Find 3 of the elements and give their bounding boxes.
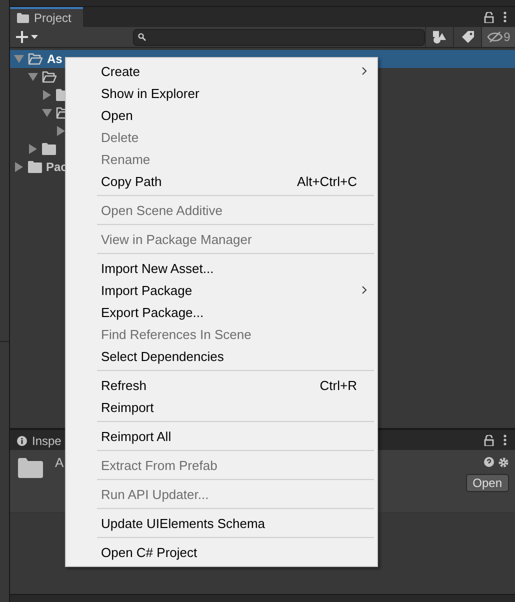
asset-title: A xyxy=(55,455,64,470)
shortcut-text: Ctrl+R xyxy=(320,378,357,392)
shortcut-text: Alt+Ctrl+C xyxy=(297,174,357,188)
